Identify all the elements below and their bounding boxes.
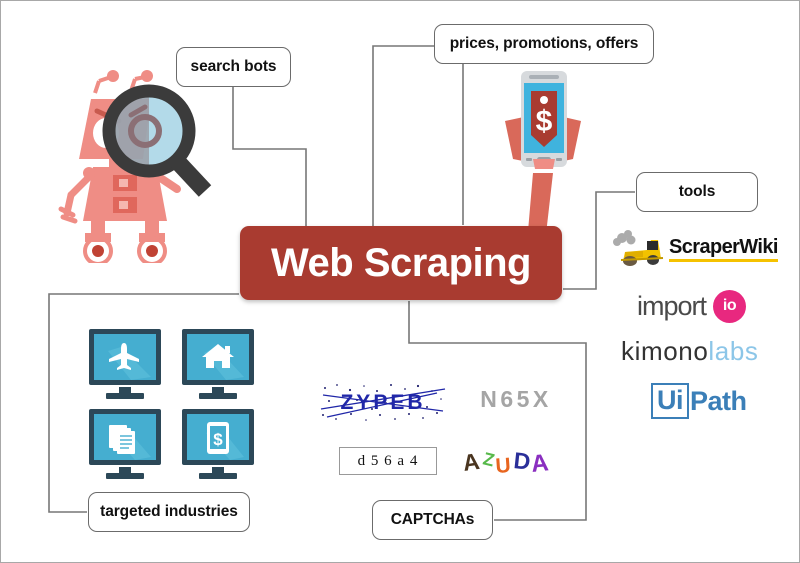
monitor-travel bbox=[89, 329, 161, 399]
wire-prices-elbow bbox=[372, 45, 434, 226]
label-search-bots-text: search bots bbox=[190, 58, 277, 75]
uipath-path-wordmark: Path bbox=[690, 385, 747, 416]
label-captchas-text: CAPTCHAs bbox=[390, 511, 475, 528]
label-captchas[interactable]: CAPTCHAs bbox=[372, 500, 493, 540]
uipath-ui-box: Ui bbox=[651, 383, 689, 419]
svg-text:A: A bbox=[530, 449, 550, 478]
label-tools[interactable]: tools bbox=[636, 172, 758, 212]
scraperwiki-wordmark: ScraperWiki bbox=[669, 236, 778, 262]
importio-wordmark: import bbox=[637, 290, 707, 321]
captcha-sample-n65x: N65X bbox=[467, 382, 565, 414]
kimono-wordmark: kimono bbox=[621, 335, 709, 366]
svg-text:U: U bbox=[495, 454, 512, 478]
captcha-sample-zypeb: ZYPEB bbox=[317, 379, 449, 423]
wire-search-bots bbox=[232, 87, 307, 228]
logo-kimonolabs: kimono labs bbox=[621, 334, 796, 368]
label-prices-promotions-offers[interactable]: prices, promotions, offers bbox=[434, 24, 654, 64]
captcha-d56a4-text: d 5 6 a 4 bbox=[339, 447, 437, 475]
central-node-web-scraping[interactable]: Web Scraping bbox=[240, 226, 562, 300]
label-targeted-industries-text: targeted industries bbox=[100, 503, 238, 520]
logo-uipath: Ui Path bbox=[651, 380, 781, 422]
logo-importio: import io bbox=[637, 287, 797, 325]
robot-with-magnifying-glass-illustration bbox=[53, 63, 233, 266]
infographic-canvas: $ $ ZYPEB N65X d 5 6 a 4 A Z U D A Scrap… bbox=[0, 0, 800, 563]
captcha-sample-d56a4: d 5 6 a 4 bbox=[339, 447, 437, 475]
label-tools-text: tools bbox=[678, 183, 716, 200]
wire-prices-vertical bbox=[434, 45, 464, 225]
scraperwiki-machine-icon bbox=[613, 230, 664, 266]
svg-text:$: $ bbox=[213, 430, 223, 449]
captcha-sample-azuda: A Z U D A bbox=[458, 441, 558, 479]
svg-text:N65X: N65X bbox=[480, 386, 552, 412]
central-node-title: Web Scraping bbox=[271, 241, 531, 285]
logo-scraperwiki: ScraperWiki bbox=[613, 229, 793, 269]
label-prices-text: prices, promotions, offers bbox=[449, 35, 639, 52]
importio-io-badge: io bbox=[713, 289, 747, 323]
labs-wordmark: labs bbox=[708, 335, 759, 366]
label-targeted-industries[interactable]: targeted industries bbox=[88, 492, 250, 532]
hand-holding-phone-illustration: $ bbox=[483, 63, 603, 243]
monitor-finance: $ bbox=[182, 409, 254, 479]
monitor-real-estate bbox=[182, 329, 254, 399]
targeted-industries-monitors-illustration: $ bbox=[89, 329, 254, 479]
monitor-content bbox=[89, 409, 161, 479]
svg-text:$: $ bbox=[536, 105, 553, 138]
label-search-bots[interactable]: search bots bbox=[176, 47, 291, 87]
